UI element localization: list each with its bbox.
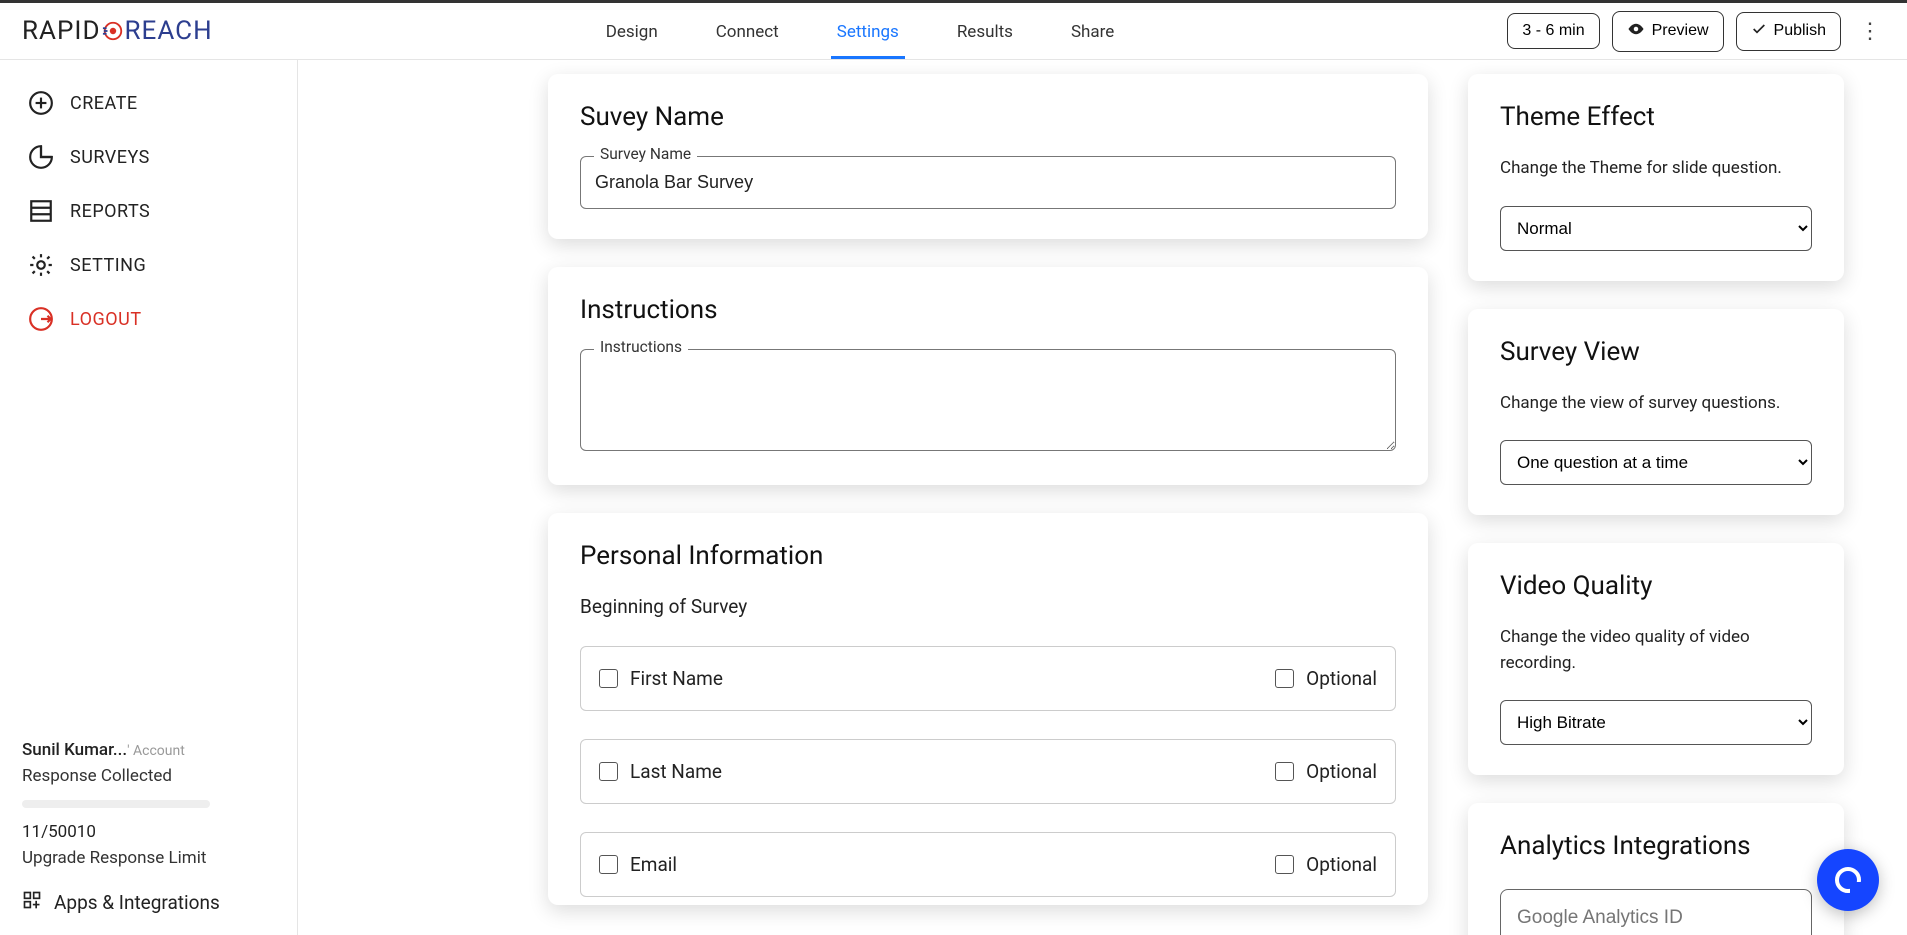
apps-grid-icon: [22, 890, 42, 915]
checkbox-email[interactable]: [599, 855, 618, 874]
more-menu-button[interactable]: ⋮: [1853, 14, 1887, 48]
last-name-optional-label: Optional: [1306, 760, 1377, 783]
sidebar-item-setting[interactable]: SETTING: [0, 238, 297, 292]
survey-name-title: Suvey Name: [580, 102, 1396, 132]
time-estimate-button[interactable]: 3 - 6 min: [1507, 13, 1599, 49]
sidebar-reports-label: REPORTS: [70, 201, 150, 222]
tabs: Design Connect Settings Results Share: [213, 4, 1508, 58]
account-tag: ' Account: [127, 743, 185, 759]
analytics-title: Analytics Integrations: [1500, 831, 1812, 861]
eye-icon: [1627, 20, 1645, 43]
checkbox-first-name[interactable]: [599, 669, 618, 688]
account-name: Sunil Kumar...: [22, 740, 127, 760]
row-last-name: Last Name Optional: [580, 739, 1396, 804]
last-name-label: Last Name: [630, 760, 722, 783]
survey-view-title: Survey View: [1500, 337, 1812, 367]
tab-design[interactable]: Design: [602, 4, 662, 58]
settings-right-column: Theme Effect Change the Theme for slide …: [1468, 74, 1844, 935]
row-email: Email Optional: [580, 832, 1396, 897]
report-icon: [28, 198, 54, 224]
tab-results[interactable]: Results: [953, 4, 1017, 58]
plus-circle-icon: [28, 90, 54, 116]
personal-info-title: Personal Information: [580, 541, 1396, 571]
logo[interactable]: RAPID REACH: [22, 16, 213, 46]
gear-icon: [28, 252, 54, 278]
email-label: Email: [630, 853, 677, 876]
instructions-title: Instructions: [580, 295, 1396, 325]
topbar: RAPID REACH Design Connect Settings Resu…: [0, 0, 1907, 60]
top-actions: 3 - 6 min Preview Publish ⋮: [1507, 11, 1887, 52]
main-content: Suvey Name Survey Name Instructions Inst…: [298, 60, 1907, 935]
card-survey-name: Suvey Name Survey Name: [548, 74, 1428, 239]
pie-chart-icon: [28, 144, 54, 170]
logo-target-icon: [102, 20, 124, 42]
preview-button[interactable]: Preview: [1612, 11, 1724, 52]
card-personal-info: Personal Information Beginning of Survey…: [548, 513, 1428, 905]
survey-view-desc: Change the view of survey questions.: [1500, 391, 1812, 417]
theme-effect-desc: Change the Theme for slide question.: [1500, 156, 1812, 182]
response-collected-label: Response Collected: [22, 766, 275, 786]
tab-connect[interactable]: Connect: [712, 4, 783, 58]
logo-rapid: RAPID: [22, 16, 101, 46]
apps-integrations-link[interactable]: Apps & Integrations: [22, 890, 275, 915]
survey-view-select[interactable]: One question at a time: [1500, 440, 1812, 485]
card-instructions: Instructions Instructions: [548, 267, 1428, 485]
dots-vertical-icon: ⋮: [1859, 18, 1881, 43]
response-progress: [22, 800, 210, 808]
response-count: 11/50010: [22, 822, 275, 842]
checkbox-last-name-optional[interactable]: [1275, 762, 1294, 781]
theme-effect-title: Theme Effect: [1500, 102, 1812, 132]
sidebar-item-surveys[interactable]: SURVEYS: [0, 130, 297, 184]
publish-label: Publish: [1774, 22, 1826, 40]
first-name-label: First Name: [630, 667, 723, 690]
sidebar-account: Sunil Kumar...' Account Response Collect…: [0, 718, 297, 935]
card-analytics: Analytics Integrations: [1468, 803, 1844, 935]
card-video-quality: Video Quality Change the video quality o…: [1468, 543, 1844, 775]
video-quality-desc: Change the video quality of video record…: [1500, 625, 1812, 676]
sidebar-item-create[interactable]: CREATE: [0, 76, 297, 130]
sidebar-create-label: CREATE: [70, 93, 138, 114]
checkbox-email-optional[interactable]: [1275, 855, 1294, 874]
sidebar-item-logout[interactable]: LOGOUT: [0, 292, 297, 346]
instructions-label: Instructions: [594, 338, 688, 356]
logout-icon: [28, 306, 54, 332]
apps-integrations-label: Apps & Integrations: [54, 891, 220, 914]
personal-info-subhead: Beginning of Survey: [580, 595, 1396, 618]
sidebar-item-reports[interactable]: REPORTS: [0, 184, 297, 238]
logo-reach: REACH: [125, 16, 213, 46]
sidebar-logout-label: LOGOUT: [70, 309, 142, 330]
email-optional-label: Optional: [1306, 853, 1377, 876]
instructions-textarea[interactable]: [580, 349, 1396, 451]
google-analytics-input[interactable]: [1500, 889, 1812, 935]
publish-button[interactable]: Publish: [1736, 12, 1841, 51]
card-survey-view: Survey View Change the view of survey qu…: [1468, 309, 1844, 516]
row-first-name: First Name Optional: [580, 646, 1396, 711]
tab-settings[interactable]: Settings: [833, 4, 903, 58]
sidebar-surveys-label: SURVEYS: [70, 147, 150, 168]
card-theme-effect: Theme Effect Change the Theme for slide …: [1468, 74, 1844, 281]
first-name-optional-label: Optional: [1306, 667, 1377, 690]
checkbox-first-name-optional[interactable]: [1275, 669, 1294, 688]
survey-name-input[interactable]: [580, 156, 1396, 209]
video-quality-select[interactable]: High Bitrate: [1500, 700, 1812, 745]
sidebar-setting-label: SETTING: [70, 255, 146, 276]
chat-fab[interactable]: [1817, 849, 1879, 911]
theme-effect-select[interactable]: Normal: [1500, 206, 1812, 251]
chat-bubble-icon: [1835, 867, 1861, 893]
tab-share[interactable]: Share: [1067, 4, 1118, 58]
preview-label: Preview: [1652, 22, 1709, 40]
sidebar: CREATE SURVEYS REPORTS SETTING LOGOUT: [0, 60, 298, 935]
video-quality-title: Video Quality: [1500, 571, 1812, 601]
check-icon: [1751, 21, 1767, 42]
time-estimate-label: 3 - 6 min: [1522, 22, 1584, 40]
settings-left-column: Suvey Name Survey Name Instructions Inst…: [548, 74, 1428, 935]
checkbox-last-name[interactable]: [599, 762, 618, 781]
upgrade-link[interactable]: Upgrade Response Limit: [22, 848, 275, 868]
survey-name-label: Survey Name: [594, 145, 697, 163]
